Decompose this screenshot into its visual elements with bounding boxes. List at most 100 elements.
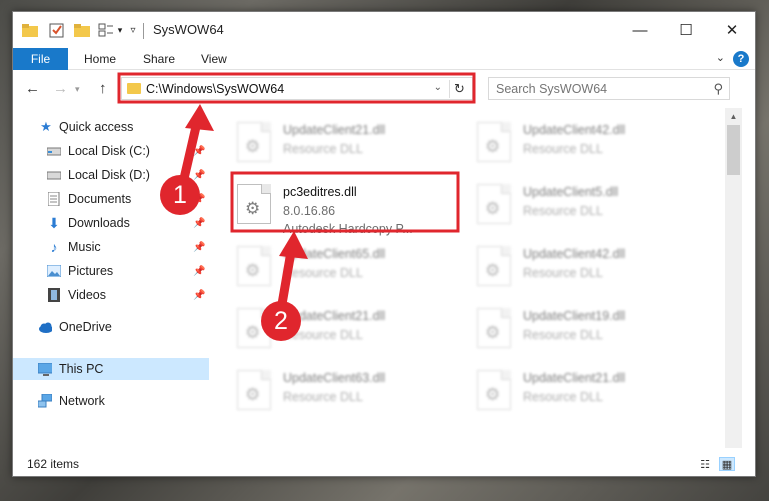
properties-icon[interactable] (47, 21, 65, 39)
up-arrow-icon[interactable]: ↑ (99, 80, 107, 97)
tab-home[interactable]: Home (84, 48, 116, 70)
file-name: UpdateClient21.dll (283, 123, 386, 137)
file-item[interactable]: ⚙ UpdateClient21.dll Resource DLL (211, 300, 441, 362)
dll-file-icon: ⚙ (477, 370, 511, 410)
dll-file-icon: ⚙ (477, 122, 511, 162)
file-name: UpdateClient21.dll (523, 371, 626, 385)
drive-icon (47, 144, 61, 158)
large-icons-view-icon[interactable]: ▦ (719, 457, 735, 471)
navigation-bar: ← → ▾ ↑ C:\Windows\SysWOW64 ⌄ ↻ ⚲ (13, 71, 755, 107)
pin-icon[interactable]: 📌 (193, 242, 205, 253)
star-icon: ★ (40, 119, 52, 134)
file-item-pc3editres-dll[interactable]: ⚙ pc3editres.dll 8.0.16.86 Autodesk Hard… (211, 176, 441, 238)
pin-icon[interactable]: 📌 (193, 266, 205, 277)
sidebar-item-label: This PC (59, 362, 104, 376)
expand-ribbon-icon[interactable]: ⌄ (716, 51, 725, 64)
file-item[interactable]: ⚙ UpdateClient5.dll Resource DLL (451, 176, 681, 238)
dropdown-arrow-icon[interactable]: ▾ (115, 21, 125, 39)
sidebar-item-label: Network (59, 394, 105, 408)
scroll-up-icon[interactable]: ▲ (725, 108, 742, 125)
back-arrow-icon[interactable]: ← (25, 80, 40, 97)
customize-toolbar-icon[interactable] (97, 21, 115, 39)
file-item[interactable]: ⚙ UpdateClient65.dll Resource DLL (211, 238, 441, 300)
computer-icon (38, 362, 52, 376)
dll-file-icon: ⚙ (477, 184, 511, 224)
documents-icon (47, 192, 61, 206)
address-path[interactable]: C:\Windows\SysWOW64 (146, 82, 284, 96)
pin-icon[interactable]: 📌 (193, 146, 205, 157)
dll-file-icon: ⚙ (477, 308, 511, 348)
dll-file-icon: ⚙ (237, 246, 271, 286)
sidebar-item-this-pc[interactable]: This PC (13, 358, 209, 380)
pin-icon[interactable]: 📌 (193, 290, 205, 301)
music-icon: ♪ (50, 239, 58, 255)
search-box[interactable]: ⚲ (488, 77, 730, 100)
file-description: Resource DLL (523, 328, 603, 342)
tab-share[interactable]: Share (143, 48, 175, 70)
file-name: UpdateClient63.dll (283, 371, 386, 385)
file-item[interactable]: ⚙ UpdateClient42.dll Resource DLL (451, 114, 681, 176)
file-description: Resource DLL (283, 266, 363, 280)
navigation-pane: ★ Quick access Local Disk (C:) 📌 Local D… (13, 108, 209, 448)
sidebar-item-downloads[interactable]: ⬇ Downloads 📌 (13, 212, 209, 234)
tab-file[interactable]: File (13, 48, 68, 70)
scrollbar-thumb[interactable] (727, 125, 740, 175)
file-item[interactable]: ⚙ UpdateClient42.dll Resource DLL (451, 238, 681, 300)
maximize-button[interactable]: ☐ (663, 12, 709, 48)
file-description: Resource DLL (523, 266, 603, 280)
address-dropdown-icon[interactable]: ⌄ (434, 82, 442, 93)
dll-file-icon: ⚙ (477, 246, 511, 286)
file-name: UpdateClient42.dll (523, 247, 626, 261)
sidebar-item-label: Downloads (68, 216, 130, 230)
network-icon (38, 394, 52, 408)
close-button[interactable]: ✕ (709, 12, 755, 48)
file-description: Resource DLL (283, 142, 363, 156)
minimize-button[interactable]: — (617, 12, 663, 48)
dll-file-icon: ⚙ (237, 370, 271, 410)
sidebar-item-quick-access[interactable]: ★ Quick access (13, 116, 209, 138)
sidebar-item-local-disk-c[interactable]: Local Disk (C:) 📌 (13, 140, 209, 162)
videos-icon (47, 288, 61, 302)
file-name: UpdateClient19.dll (523, 309, 626, 323)
title-separator (143, 23, 144, 39)
search-icon[interactable]: ⚲ (713, 81, 723, 97)
details-view-icon[interactable]: ☷ (697, 457, 713, 471)
file-name: UpdateClient65.dll (283, 247, 386, 261)
recent-locations-icon[interactable]: ▾ (75, 84, 80, 95)
tab-view[interactable]: View (201, 48, 227, 70)
pin-icon[interactable]: 📌 (193, 218, 205, 229)
sidebar-item-label: OneDrive (59, 320, 112, 334)
sidebar-item-pictures[interactable]: Pictures 📌 (13, 260, 209, 282)
help-button[interactable]: ? (733, 51, 749, 67)
sidebar-item-label: Documents (68, 192, 132, 206)
file-item[interactable]: ⚙ UpdateClient19.dll Resource DLL (451, 300, 681, 362)
sidebar-item-label: Quick access (59, 120, 134, 134)
pin-icon[interactable]: 📌 (193, 170, 205, 181)
sidebar-item-music[interactable]: ♪ Music 📌 (13, 236, 209, 258)
sidebar-item-label: Pictures (68, 264, 114, 278)
address-bar[interactable]: C:\Windows\SysWOW64 ⌄ ↻ (121, 77, 473, 100)
file-item[interactable]: ⚙ UpdateClient21.dll Resource DLL (451, 362, 681, 424)
file-description: Resource DLL (523, 204, 603, 218)
sidebar-item-onedrive[interactable]: OneDrive (13, 316, 209, 338)
file-list: ⚙ UpdateClient21.dll Resource DLL ⚙ Upda… (211, 108, 725, 448)
ribbon-tabs: File Home Share View ⌄ ? (13, 48, 755, 70)
refresh-icon[interactable]: ↻ (449, 80, 469, 98)
sidebar-item-label: Videos (68, 288, 106, 302)
title-bar: ▾ ▿ SysWOW64 — ☐ ✕ (13, 12, 755, 48)
search-input[interactable] (489, 78, 699, 99)
explorer-window: ▾ ▿ SysWOW64 — ☐ ✕ File Home Share View … (12, 11, 756, 477)
cloud-icon (38, 320, 52, 334)
new-folder-icon[interactable] (73, 21, 91, 39)
file-item[interactable]: ⚙ UpdateClient21.dll Resource DLL (211, 114, 441, 176)
file-version: 8.0.16.86 (283, 204, 336, 218)
sidebar-item-network[interactable]: Network (13, 390, 209, 412)
file-item[interactable]: ⚙ UpdateClient63.dll Resource DLL (211, 362, 441, 424)
vertical-scrollbar[interactable]: ▲ (725, 108, 742, 448)
forward-arrow-icon[interactable]: → (53, 80, 68, 97)
sidebar-item-label: Local Disk (D:) (68, 168, 150, 182)
quick-access-dropdown-icon[interactable]: ▿ (127, 21, 139, 39)
sidebar-item-videos[interactable]: Videos 📌 (13, 284, 209, 306)
sidebar-item-label: Music (68, 240, 101, 254)
drive-icon (47, 168, 61, 182)
